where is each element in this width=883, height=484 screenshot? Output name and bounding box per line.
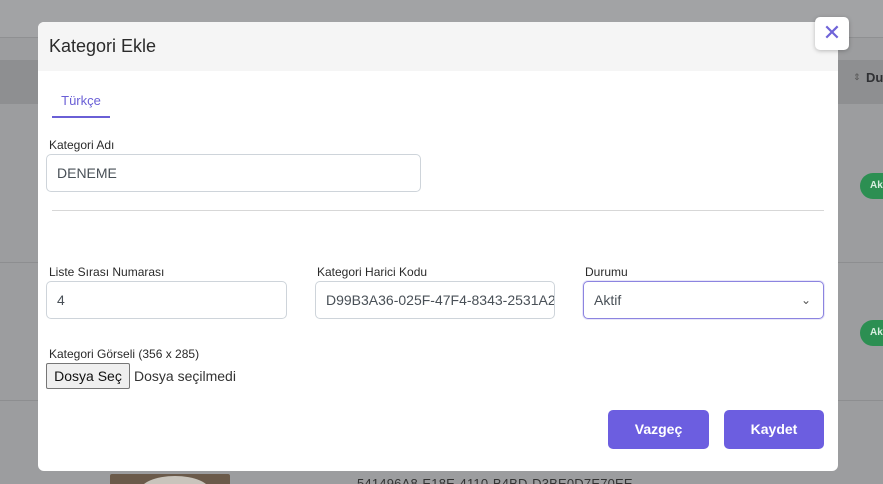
background-status-badge: Ak <box>860 320 883 346</box>
close-modal-button[interactable]: ✕ <box>815 17 849 50</box>
background-thumbnail <box>110 474 230 484</box>
external-code-input[interactable]: D99B3A36-025F-47F4-8343-2531A2 <box>315 281 555 319</box>
category-image-label: Kategori Görseli (356 x 285) <box>49 347 200 361</box>
external-code-label: Kategori Harici Kodu <box>317 265 428 279</box>
chevron-down-icon: ⌄ <box>800 293 811 307</box>
category-name-label: Kategori Adı <box>49 138 115 152</box>
save-button[interactable]: Kaydet <box>724 410 824 449</box>
list-order-input[interactable]: 4 <box>46 281 287 319</box>
background-row-code: 541496A8-E18E-4110-B4BD-D3BE0D7E70EE <box>357 476 633 484</box>
file-status-text: Dosya seçilmedi <box>134 368 236 384</box>
sort-icon: ⇕ <box>853 72 861 82</box>
status-select[interactable]: Aktif ⌄ <box>583 281 824 319</box>
list-order-label: Liste Sırası Numarası <box>49 265 165 279</box>
close-icon: ✕ <box>822 20 842 45</box>
choose-file-button[interactable]: Dosya Seç <box>46 363 130 389</box>
cancel-button[interactable]: Vazgeç <box>608 410 709 449</box>
status-select-value: Aktif <box>594 292 622 308</box>
category-name-input[interactable]: DENEME <box>46 154 421 192</box>
background-status-badge: Ak <box>860 173 883 199</box>
add-category-modal: Kategori Ekle Türkçe Kategori Adı DENEME… <box>38 22 838 471</box>
tab-turkish[interactable]: Türkçe <box>52 93 110 118</box>
status-label: Durumu <box>585 265 628 279</box>
modal-header: Kategori Ekle <box>38 22 838 71</box>
background-column-header: Du <box>866 70 883 85</box>
section-divider <box>52 210 824 211</box>
modal-title: Kategori Ekle <box>49 36 157 56</box>
